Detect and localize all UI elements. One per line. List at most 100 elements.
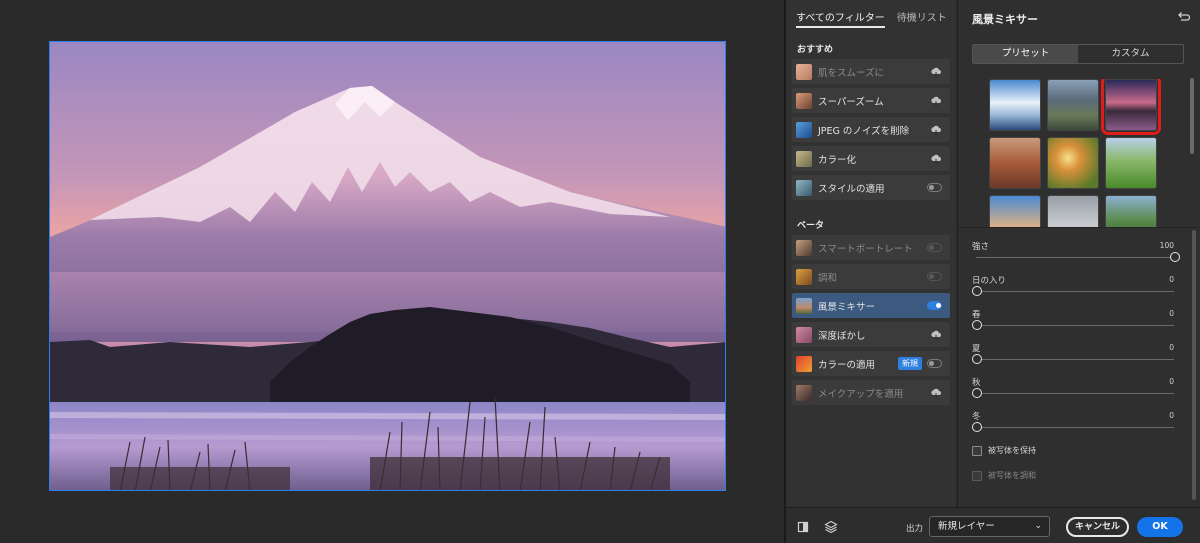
preset-thumb-canyon[interactable] xyxy=(989,137,1041,189)
filter-item-depth-blur[interactable]: 深度ぼかし xyxy=(792,322,950,347)
harmonize-subject-row[interactable]: 被写体を調和 xyxy=(972,470,1036,481)
bottom-bar: 出力 新規レイヤー ⌄ キャンセル OK xyxy=(786,507,1200,543)
preset-thumb-sunset-peak[interactable] xyxy=(1101,79,1161,135)
makeup-transfer-thumb-icon xyxy=(796,384,812,401)
slider-value: 0 xyxy=(1169,309,1174,318)
slider-sunset[interactable]: 日の入り 0 xyxy=(972,274,1174,298)
preserve-subject-checkbox[interactable] xyxy=(972,445,982,456)
panel-title: 風景ミキサー xyxy=(972,13,1038,26)
output-select[interactable]: 新規レイヤー ⌄ xyxy=(929,516,1050,537)
filter-label: メイクアップを適用 xyxy=(818,388,904,400)
filter-item-smart-portrait[interactable]: スマートポートレート xyxy=(792,235,950,260)
slider-label: 強さ xyxy=(972,242,990,252)
chevron-down-icon: ⌄ xyxy=(1034,521,1042,531)
colorize-thumb-icon xyxy=(796,150,812,167)
filter-item-colorize[interactable]: カラー化 xyxy=(792,146,950,171)
slider-winter[interactable]: 冬 0 xyxy=(972,410,1174,434)
cloud-download-icon[interactable] xyxy=(930,66,942,78)
slider-track[interactable] xyxy=(976,359,1174,360)
filter-item-makeup-transfer[interactable]: メイクアップを適用 xyxy=(792,380,950,405)
filter-item-landscape-mixer[interactable]: 風景ミキサー xyxy=(792,293,950,318)
filter-label: カラーの適用 xyxy=(818,359,876,371)
slider-knob[interactable] xyxy=(972,354,982,364)
slider-value: 0 xyxy=(1169,343,1174,352)
preset-grid xyxy=(989,79,1161,227)
slider-label: 冬 xyxy=(972,412,981,422)
slider-spring[interactable]: 春 0 xyxy=(972,308,1174,332)
slider-summer[interactable]: 夏 0 xyxy=(972,342,1174,366)
slider-knob[interactable] xyxy=(1170,252,1180,262)
slider-track[interactable] xyxy=(976,257,1174,258)
filter-item-skin-smoothing[interactable]: 肌をスムーズに xyxy=(792,59,950,84)
slider-label: 春 xyxy=(972,310,981,320)
cloud-download-icon[interactable] xyxy=(930,387,942,399)
filter-item-super-zoom[interactable]: スーパーズーム xyxy=(792,88,950,113)
tab-all-filters[interactable]: すべてのフィルター xyxy=(796,0,885,28)
harmonize-subject-checkbox[interactable] xyxy=(972,470,982,481)
smart-portrait-toggle[interactable] xyxy=(927,243,942,252)
section-featured-title: おすすめ xyxy=(797,45,834,55)
style-transfer-thumb-icon xyxy=(796,179,812,196)
slider-track[interactable] xyxy=(976,427,1174,428)
ok-button[interactable]: OK xyxy=(1137,517,1183,537)
slider-track[interactable] xyxy=(976,325,1174,326)
preset-thumb-snow-mountain[interactable] xyxy=(989,79,1041,131)
filter-item-jpeg-artifacts[interactable]: JPEG のノイズを削除 xyxy=(792,117,950,142)
filter-label: スーパーズーム xyxy=(818,96,884,108)
filter-label: 調和 xyxy=(818,272,838,284)
landscape-mixer-thumb-icon xyxy=(796,297,812,314)
cloud-download-icon[interactable] xyxy=(930,153,942,165)
mount-fuji-photo xyxy=(50,42,725,490)
depth-blur-thumb-icon xyxy=(796,326,812,343)
undo-icon[interactable] xyxy=(1176,10,1190,24)
checkbox-label: 被写体を保持 xyxy=(988,446,1036,455)
tab-presets[interactable]: プリセット xyxy=(973,45,1078,63)
preset-thumb-rock-coast[interactable] xyxy=(989,195,1041,227)
harmonization-toggle[interactable] xyxy=(927,272,942,281)
preset-thumb-green-hills[interactable] xyxy=(1105,137,1157,189)
tab-waitlist[interactable]: 待機リスト xyxy=(897,0,947,28)
cloud-download-icon[interactable] xyxy=(930,95,942,107)
slider-autumn[interactable]: 秋 0 xyxy=(972,376,1174,400)
slider-track[interactable] xyxy=(976,393,1174,394)
filter-item-style-transfer[interactable]: スタイルの適用 xyxy=(792,175,950,200)
preset-thumb-valley[interactable] xyxy=(1105,195,1157,227)
cloud-download-icon[interactable] xyxy=(930,124,942,136)
tab-custom[interactable]: カスタム xyxy=(1078,45,1183,63)
output-select-value: 新規レイヤー xyxy=(938,521,995,532)
slider-knob[interactable] xyxy=(972,286,982,296)
preset-thumb-foggy[interactable] xyxy=(1047,195,1099,227)
slider-value: 0 xyxy=(1169,411,1174,420)
filter-list-panel: すべてのフィルター 待機リスト おすすめ 肌をスムーズに スーパーズーム JPE… xyxy=(786,0,956,507)
smart-portrait-thumb-icon xyxy=(796,239,812,256)
slider-value: 0 xyxy=(1169,377,1174,386)
preset-thumb-mountain-lake[interactable] xyxy=(1047,79,1099,131)
preset-grid-scrollbar[interactable] xyxy=(1190,78,1194,154)
filter-label: 肌をスムーズに xyxy=(818,67,885,79)
cloud-download-icon[interactable] xyxy=(930,329,942,341)
cancel-button[interactable]: キャンセル xyxy=(1066,517,1129,537)
filter-item-harmonization[interactable]: 調和 xyxy=(792,264,950,289)
slider-knob[interactable] xyxy=(972,388,982,398)
slider-strength[interactable]: 強さ 100 xyxy=(972,240,1180,264)
color-transfer-thumb-icon xyxy=(796,355,812,372)
preserve-subject-row[interactable]: 被写体を保持 xyxy=(972,445,1036,456)
color-transfer-toggle[interactable] xyxy=(927,359,942,368)
slider-label: 秋 xyxy=(972,378,981,388)
slider-knob[interactable] xyxy=(972,320,982,330)
landscape-mixer-toggle[interactable] xyxy=(927,301,942,310)
filter-item-color-transfer[interactable]: カラーの適用 新規 xyxy=(792,351,950,376)
compare-view-icon[interactable] xyxy=(796,520,810,534)
slider-label: 夏 xyxy=(972,344,981,354)
slider-value: 100 xyxy=(1159,241,1174,250)
document-image[interactable] xyxy=(49,41,726,491)
new-badge: 新規 xyxy=(898,357,922,370)
slider-value: 0 xyxy=(1169,275,1174,284)
settings-scrollbar[interactable] xyxy=(1192,230,1196,500)
filter-label: スタイルの適用 xyxy=(818,183,885,195)
layers-icon[interactable] xyxy=(824,520,838,534)
style-transfer-toggle[interactable] xyxy=(927,183,942,192)
slider-track[interactable] xyxy=(976,291,1174,292)
slider-knob[interactable] xyxy=(972,422,982,432)
preset-thumb-sunrise-field[interactable] xyxy=(1047,137,1099,189)
